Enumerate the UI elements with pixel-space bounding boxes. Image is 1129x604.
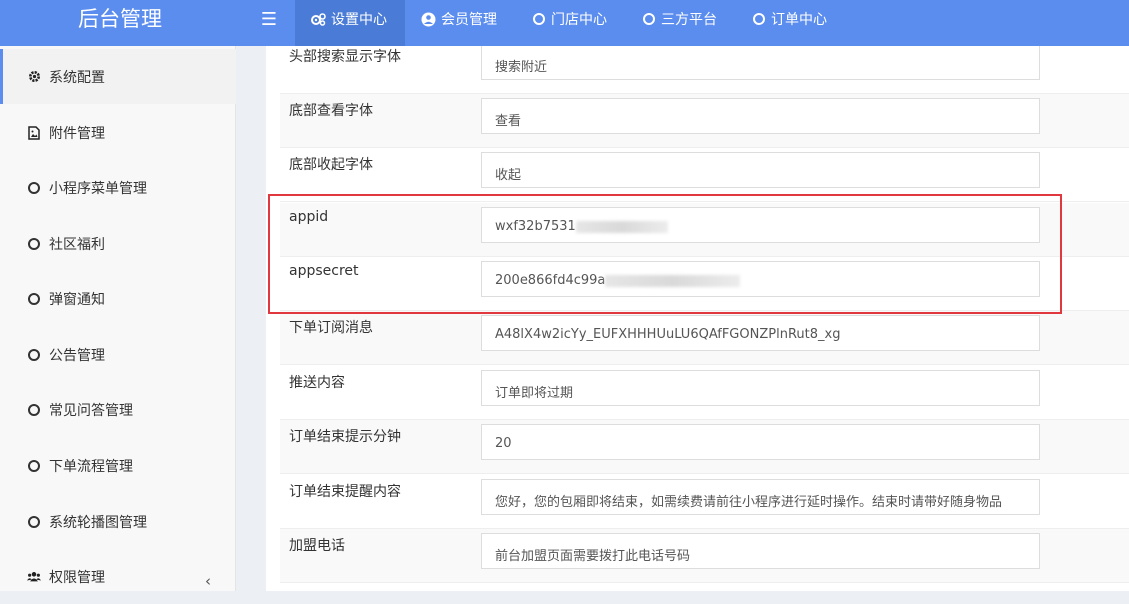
topnav-label: 三方平台	[661, 12, 717, 28]
bottom-collapse-font-input[interactable]: 收起	[481, 152, 1040, 188]
circle-icon	[27, 348, 41, 362]
field-label: appid	[289, 209, 329, 225]
topnav-label: 订单中心	[771, 12, 827, 28]
form-row: 订单结束提醒内容 您好，您的包厢即将结束，如需续费请前往小程序进行延时操作。结束…	[280, 475, 1129, 529]
sidebar-item-label: 附件管理	[49, 125, 105, 142]
redacted-blur	[605, 274, 741, 287]
sidebar-item-miniprogram-menu[interactable]: 小程序菜单管理	[0, 160, 236, 215]
topnav-label: 会员管理	[441, 12, 497, 28]
sidebar-item-faq[interactable]: 常见问答管理	[0, 382, 236, 437]
form-row: 下单订阅消息 A48lX4w2icYy_EUFXHHHUuLU6QAfFGONZ…	[280, 311, 1129, 365]
form-row: appsecret 200e866fd4c99a	[280, 257, 1129, 311]
sidebar-item-label: 系统配置	[49, 69, 105, 86]
circle-icon	[751, 12, 766, 27]
image-file-icon	[27, 125, 41, 140]
gear-icon	[27, 70, 41, 84]
content-gutter	[236, 46, 266, 591]
order-subscribe-message-input[interactable]: A48lX4w2icYy_EUFXHHHUuLU6QAfFGONZPlnRut8…	[481, 315, 1040, 351]
appsecret-input[interactable]: 200e866fd4c99a	[481, 261, 1040, 297]
field-label: 订单结束提示分钟	[289, 429, 401, 445]
topnav-member-management[interactable]: 会员管理	[405, 0, 515, 46]
sidebar-item-permissions[interactable]: 权限管理	[0, 549, 236, 604]
field-label: 推送内容	[289, 375, 345, 391]
field-label: 底部查看字体	[289, 103, 373, 119]
form-row: 加盟电话 前台加盟页面需要拨打此电话号码	[280, 529, 1129, 583]
top-navbar: 后台管理 ☰ 设置中心 会员管理 门店中心 三方平台 订单中心	[0, 0, 1129, 46]
topnav-third-party-platform[interactable]: 三方平台	[625, 0, 735, 46]
circle-icon	[27, 459, 41, 473]
franchise-phone-input[interactable]: 前台加盟页面需要拨打此电话号码	[481, 533, 1040, 569]
sidebar-item-community-welfare[interactable]: 社区福利	[0, 216, 236, 271]
redacted-blur	[575, 220, 668, 233]
gears-icon	[311, 12, 326, 27]
circle-icon	[27, 181, 41, 195]
push-content-input[interactable]: 订单即将过期	[481, 370, 1040, 406]
sidebar-item-label: 常见问答管理	[49, 402, 133, 419]
topnav-label: 门店中心	[551, 12, 607, 28]
appsecret-value: 200e866fd4c99a	[495, 273, 606, 288]
chevron-left-icon[interactable]: ‹	[205, 572, 211, 590]
sidebar-item-popup-notice[interactable]: 弹窗通知	[0, 271, 236, 326]
sidebar-item-system-config[interactable]: 系统配置	[0, 49, 236, 104]
settings-form: 头部搜索显示字体 搜索附近 底部查看字体 查看 底部收起字体 收起 appid …	[266, 46, 1129, 591]
field-label: 加盟电话	[289, 538, 345, 554]
circle-icon	[27, 403, 41, 417]
circle-icon	[27, 515, 41, 529]
form-row: appid wxf32b7531	[280, 203, 1129, 257]
sidebar-item-attachments[interactable]: 附件管理	[0, 105, 236, 160]
appid-value: wxf32b7531	[495, 219, 576, 234]
bottom-view-font-input[interactable]: 查看	[481, 98, 1040, 134]
topnav-order-center[interactable]: 订单中心	[735, 0, 845, 46]
form-row: 头部搜索显示字体 搜索附近	[280, 46, 1129, 94]
sidebar-item-label: 社区福利	[49, 236, 105, 253]
field-label: 底部收起字体	[289, 157, 373, 173]
circle-icon	[641, 12, 656, 27]
form-row: 订单结束提示分钟 20	[280, 420, 1129, 474]
app-title: 后台管理	[78, 7, 162, 31]
field-label: 下单订阅消息	[289, 320, 373, 336]
sidebar-item-label: 系统轮播图管理	[49, 514, 147, 531]
sidebar-item-order-process[interactable]: 下单流程管理	[0, 438, 236, 493]
sidebar-item-label: 下单流程管理	[49, 458, 133, 475]
sidebar-item-label: 小程序菜单管理	[49, 180, 147, 197]
field-label: appsecret	[289, 263, 359, 279]
sidebar-item-label: 权限管理	[49, 569, 105, 586]
form-row: 底部收起字体 收起	[280, 148, 1129, 202]
field-label: 头部搜索显示字体	[289, 49, 401, 65]
order-end-reminder-input[interactable]: 您好，您的包厢即将结束，如需续费请前往小程序进行延时操作。结束时请带好随身物品	[481, 479, 1040, 515]
sidebar-item-label: 弹窗通知	[49, 291, 105, 308]
sidebar-item-label: 公告管理	[49, 347, 105, 364]
circle-icon	[27, 237, 41, 251]
field-label: 订单结束提醒内容	[289, 484, 401, 500]
appid-input[interactable]: wxf32b7531	[481, 207, 1040, 243]
user-circle-icon	[421, 12, 436, 27]
topnav-store-center[interactable]: 门店中心	[515, 0, 625, 46]
sidebar-item-carousel[interactable]: 系统轮播图管理	[0, 494, 236, 549]
sidebar-item-announcements[interactable]: 公告管理	[0, 327, 236, 382]
search-display-font-input[interactable]: 搜索附近	[481, 46, 1040, 80]
sidebar: 系统配置 附件管理 小程序菜单管理 社区福利 弹窗通知 公告管理 常见问答管理 …	[0, 46, 236, 591]
topnav-settings-center[interactable]: 设置中心	[295, 0, 405, 46]
order-end-minutes-input[interactable]: 20	[481, 424, 1040, 460]
menu-toggle-icon[interactable]: ☰	[243, 0, 295, 46]
circle-icon	[531, 12, 546, 27]
form-row: 底部查看字体 查看	[280, 94, 1129, 148]
topnav-label: 设置中心	[331, 12, 387, 28]
users-icon	[27, 570, 41, 584]
circle-icon	[27, 292, 41, 306]
form-row: 推送内容 订单即将过期	[280, 366, 1129, 420]
